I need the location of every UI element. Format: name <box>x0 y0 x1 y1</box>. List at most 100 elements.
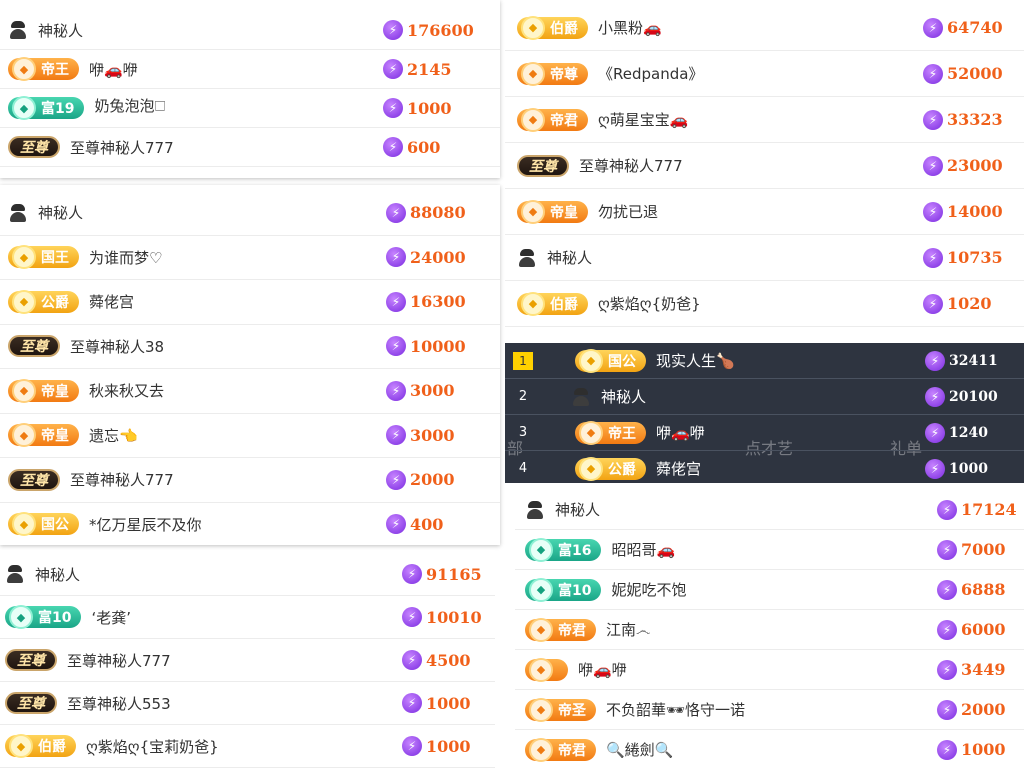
value-number: 24000 <box>410 247 466 267</box>
list-item[interactable]: ◆至尊至尊神秘人777 ⚡2000 <box>0 458 500 503</box>
list-item[interactable]: 1 ◆ 国公 现实人生🍗 ⚡ 32411 <box>505 343 1024 379</box>
gift-value: ⚡ 6888 <box>937 579 1006 600</box>
value-number: 1240 <box>949 424 988 441</box>
gift-value: ⚡ 17124 <box>937 499 1017 520</box>
lightning-coin-icon: ⚡ <box>386 425 406 446</box>
rank-number: 2 <box>518 389 528 404</box>
gift-value: ⚡ 20100 <box>925 386 998 407</box>
rank-badge: ◆ 帝尊 <box>517 61 588 86</box>
gift-value: ⚡ 33323 <box>923 109 1003 130</box>
lightning-coin-icon: ⚡ <box>925 422 945 443</box>
gift-list-panel-2: 神秘人⚡88080◆国王为谁而梦♡⚡24000◆公爵蕣佬宫⚡16300◆至尊至尊… <box>0 185 500 545</box>
list-item[interactable]: ◆ 富10 ‘老龚’ ⚡ 10010 <box>0 596 495 639</box>
badge-label: 至尊 <box>529 158 557 175</box>
value-number: 2145 <box>407 59 452 79</box>
list-item[interactable]: ◆至尊至尊神秘人38 ⚡10000 <box>0 325 500 369</box>
list-item[interactable]: ◆ 富16 昭昭哥🚗 ⚡ 7000 <box>515 530 1024 570</box>
badge-label: 伯爵 <box>550 296 578 313</box>
rank-number: 4 <box>518 461 528 476</box>
medal-icon: ◆ <box>12 378 36 403</box>
value-number: 88080 <box>410 203 466 223</box>
lightning-coin-icon: ⚡ <box>386 380 406 401</box>
medal-icon: ◆ <box>579 456 603 481</box>
list-item[interactable]: ◆至尊至尊神秘人553 ⚡1000 <box>0 682 495 725</box>
list-item[interactable]: ◆ 国王 为谁而梦♡ ⚡ 24000 <box>0 236 500 280</box>
list-item[interactable]: 神秘人 ⚡ 176600 <box>0 11 500 50</box>
lightning-coin-icon: ⚡ <box>925 350 945 371</box>
user-name: ღ紫焰ღ{宝莉奶爸} <box>86 737 219 756</box>
value-number: 3000 <box>410 425 455 445</box>
list-item[interactable]: ◆至尊至尊神秘人777 ⚡23000 <box>505 143 1024 189</box>
lightning-coin-icon: ⚡ <box>383 137 403 157</box>
list-item[interactable]: 神秘人 ⚡ 88080 <box>0 191 500 236</box>
list-item[interactable]: ◆ 伯爵 ღ紫焰ღ{宝莉奶爸} ⚡ 1000 <box>0 725 495 768</box>
badge-label: 国公 <box>41 517 69 534</box>
rank-badge: ◆ 国公 <box>8 512 79 537</box>
lightning-coin-icon: ⚡ <box>923 155 943 176</box>
list-item[interactable]: 神秘人 ⚡ 91165 <box>0 553 495 596</box>
list-item[interactable]: 神秘人 ⚡ 10735 <box>505 235 1024 281</box>
medal-icon: ◆ <box>529 737 553 762</box>
list-item[interactable]: ◆ 伯爵 小黑粉🚗 ⚡ 64740 <box>505 5 1024 51</box>
list-item[interactable]: 2 神秘人 ⚡ 20100 <box>505 379 1024 415</box>
value-number: 14000 <box>947 202 1003 221</box>
value-number: 1020 <box>947 294 992 313</box>
list-item[interactable]: ◆至尊至尊神秘人777 ⚡4500 <box>0 639 495 682</box>
medal-icon: ◆ <box>12 512 36 537</box>
value-number: 176600 <box>407 20 474 40</box>
medal-icon: ◆ <box>529 657 553 682</box>
list-item[interactable]: ◆ 富19 奶兔泡泡🗆 ⚡ 1000 <box>0 89 500 128</box>
list-item[interactable]: ◆ 帝皇 勿扰已退 ⚡ 14000 <box>505 189 1024 235</box>
list-item[interactable]: ◆ 咿🚗咿 ⚡ 3449 <box>515 650 1024 690</box>
rank-badge: ◆ 帝君 <box>517 107 588 132</box>
list-item[interactable]: ◆ 帝圣 不负韶華🕶恪守一诺 ⚡ 2000 <box>515 690 1024 730</box>
list-item[interactable]: ◆ 富10 妮妮吃不饱 ⚡ 6888 <box>515 570 1024 610</box>
badge-label: 公爵 <box>41 294 69 311</box>
lightning-coin-icon: ⚡ <box>937 659 957 680</box>
list-item[interactable]: ◆ 伯爵 ღ紫焰ღ{奶爸} ⚡ 1020 <box>505 281 1024 327</box>
rank-badge: ◆ 帝王 <box>8 57 79 81</box>
gift-value: ⚡ 1000 <box>383 98 452 118</box>
gift-value: ⚡ 2000 <box>937 699 1006 720</box>
list-item[interactable]: ◆ 国公 *亿万星辰不及你 ⚡ 400 <box>0 503 500 546</box>
value-number: 10735 <box>947 248 1003 267</box>
list-item[interactable]: ◆ 帝君 🔍綣劍🔍 ⚡ 1000 <box>515 730 1024 768</box>
list-item[interactable]: 4 ◆ 公爵 蕣佬宫 ⚡ 1000 <box>505 451 1024 483</box>
list-item[interactable]: ◆ 帝皇 遗忘👈 ⚡ 3000 <box>0 414 500 458</box>
value-number: 33323 <box>947 110 1003 129</box>
list-item[interactable]: ◆ 帝君 ღ萌星宝宝🚗 ⚡ 33323 <box>505 97 1024 143</box>
rank-badge: ◆ 伯爵 <box>517 15 588 40</box>
medal-icon: ◆ <box>579 348 603 373</box>
user-name: 🔍綣劍🔍 <box>606 741 674 759</box>
medal-icon: ◆ <box>521 199 545 224</box>
list-item[interactable]: ◆ 帝皇 秋来秋又去 ⚡ 3000 <box>0 369 500 414</box>
list-item[interactable]: ◆ 帝君 江南෴ ⚡ 6000 <box>515 610 1024 650</box>
rank-badge: ◆ 帝皇 <box>8 423 79 448</box>
lightning-coin-icon: ⚡ <box>386 469 406 490</box>
gift-value: ⚡ 6000 <box>937 619 1006 640</box>
medal-icon: ◆ <box>12 289 36 314</box>
value-number: 1000 <box>949 460 988 477</box>
lightning-coin-icon: ⚡ <box>386 514 406 535</box>
list-item[interactable]: ◆ 公爵 蕣佬宫 ⚡ 16300 <box>0 280 500 325</box>
user-name: 奶兔泡泡🗆 <box>94 97 166 115</box>
user-name: 至尊神秘人777 <box>67 651 171 670</box>
list-item[interactable]: 3 ◆ 帝王 咿🚗咿 ⚡ 1240 <box>505 415 1024 451</box>
user-name: 江南෴ <box>606 621 651 639</box>
list-item[interactable]: ◆ 帝王 咿🚗咿 ⚡ 2145 <box>0 50 500 89</box>
user-name: 神秘人 <box>601 388 647 406</box>
gift-list-panel-3: 神秘人⚡91165◆富10‘老龚’⚡10010◆至尊至尊神秘人777⚡4500◆… <box>0 550 495 768</box>
badge-label: 富19 <box>41 101 75 117</box>
rank-badge: ◆ 富10 <box>5 605 82 629</box>
lightning-coin-icon: ⚡ <box>386 202 406 223</box>
list-item[interactable]: ◆ 帝尊 《Redpanda》 ⚡ 52000 <box>505 51 1024 97</box>
user-name: 勿扰已退 <box>598 203 659 221</box>
user-name: 神秘人 <box>38 21 84 40</box>
list-item[interactable]: ◆至尊至尊神秘人777 ⚡600 <box>0 128 500 167</box>
medal-icon: ◆ <box>521 107 545 132</box>
user-name: 神秘人 <box>35 565 81 584</box>
gift-list-panel-1: 神秘人⚡176600◆帝王咿🚗咿⚡2145◆富19奶兔泡泡🗆⚡1000◆至尊至尊… <box>0 0 500 178</box>
user-name: 不负韶華🕶恪守一诺 <box>606 701 746 719</box>
user-name: ღ紫焰ღ{奶爸} <box>598 295 701 313</box>
list-item[interactable]: 神秘人 ⚡ 17124 <box>515 490 1024 530</box>
